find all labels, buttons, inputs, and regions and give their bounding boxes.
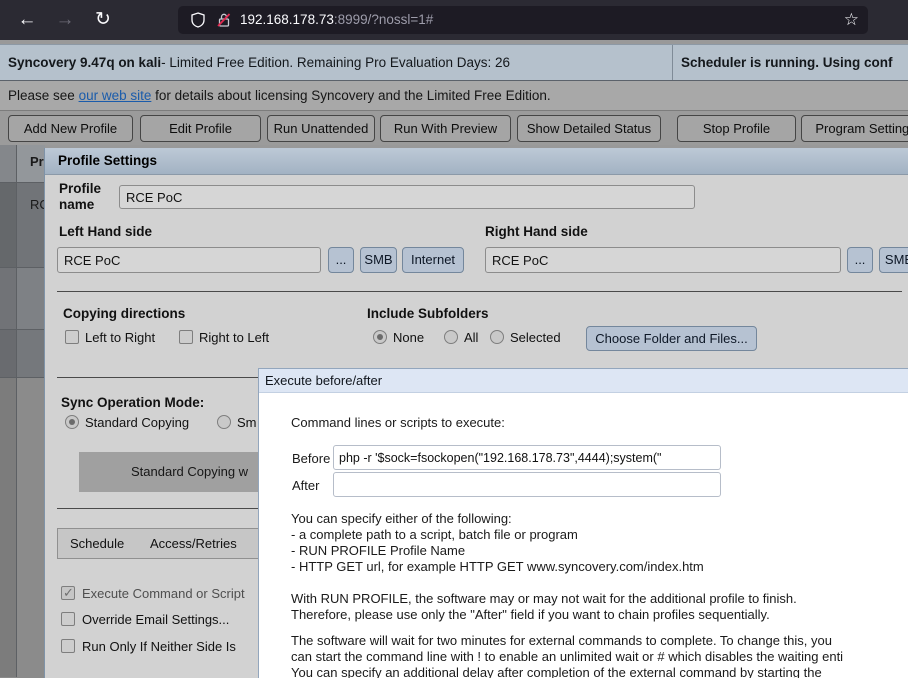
website-link[interactable]: our web site bbox=[79, 88, 152, 103]
include-subfolders-heading: Include Subfolders bbox=[367, 306, 489, 321]
left-path-input[interactable] bbox=[57, 247, 321, 273]
reload-icon[interactable]: ↻ bbox=[90, 7, 116, 33]
bookmark-star-icon[interactable]: ☆ bbox=[844, 6, 859, 34]
license-pre: Please see bbox=[8, 88, 75, 103]
browser-chrome: ← → ↻ 192.168.178.73:8999/?nossl=1# ☆ bbox=[0, 0, 908, 40]
app-title-name: Syncovery 9.47q on kali bbox=[8, 55, 161, 70]
scheduler-status: Scheduler is running. Using conf bbox=[681, 45, 893, 80]
header-divider bbox=[672, 45, 673, 80]
profiles-header-row: Pr bbox=[0, 145, 45, 183]
right-to-left-checkbox[interactable] bbox=[179, 330, 193, 344]
run-unattended-button[interactable]: Run Unattended bbox=[267, 115, 375, 142]
right-to-left-label: Right to Left bbox=[199, 330, 269, 345]
right-browse-button[interactable]: ... bbox=[847, 247, 873, 273]
left-browse-button[interactable]: ... bbox=[328, 247, 354, 273]
execute-help-paragraph-3: The software will wait for two minutes f… bbox=[291, 633, 843, 678]
section-divider bbox=[57, 508, 267, 509]
left-smb-button[interactable]: SMB bbox=[360, 247, 397, 273]
app-header: Syncovery 9.47q on kali - Limited Free E… bbox=[0, 44, 908, 81]
left-hand-side-heading: Left Hand side bbox=[59, 224, 152, 239]
url-path: :8999/?nossl=1# bbox=[334, 12, 433, 27]
app-title: Syncovery 9.47q on kali - Limited Free E… bbox=[8, 45, 510, 80]
profiles-row bbox=[0, 378, 45, 677]
sync-operation-mode-heading: Sync Operation Mode: bbox=[61, 395, 204, 410]
show-detailed-status-button[interactable]: Show Detailed Status bbox=[517, 115, 661, 142]
app-title-edition: - Limited Free Edition. Remaining Pro Ev… bbox=[161, 55, 510, 70]
url-bar[interactable]: 192.168.178.73:8999/?nossl=1# ☆ bbox=[178, 6, 868, 34]
before-command-input[interactable] bbox=[333, 445, 721, 470]
standard-copying-label: Standard Copying bbox=[85, 415, 189, 430]
copying-directions-heading: Copying directions bbox=[63, 306, 185, 321]
forward-icon[interactable]: → bbox=[52, 7, 78, 33]
profile-name-input[interactable] bbox=[119, 185, 695, 209]
execute-help-paragraph-1: You can specify either of the following:… bbox=[291, 511, 704, 575]
profile-settings-title[interactable]: Profile Settings bbox=[45, 148, 908, 175]
license-band: Please see our web site for details abou… bbox=[0, 81, 908, 111]
subfolders-selected-radio[interactable] bbox=[490, 330, 504, 344]
profile-name-label: Profile name bbox=[59, 181, 117, 213]
execute-before-after-dialog: Execute before/after Command lines or sc… bbox=[258, 368, 908, 678]
section-divider bbox=[57, 291, 902, 292]
after-command-input[interactable] bbox=[333, 472, 721, 497]
license-post: for details about licensing Syncovery an… bbox=[155, 88, 550, 103]
profile-toolbar: Add New Profile Edit Profile Run Unatten… bbox=[0, 111, 908, 145]
right-path-input[interactable] bbox=[485, 247, 841, 273]
screen: ← → ↻ 192.168.178.73:8999/?nossl=1# ☆ Sy… bbox=[0, 0, 908, 678]
execute-dialog-title[interactable]: Execute before/after bbox=[259, 369, 908, 393]
profiles-table-partial: Pr RC bbox=[0, 145, 45, 678]
url-text[interactable]: 192.168.178.73:8999/?nossl=1# bbox=[240, 6, 433, 34]
edit-profile-button[interactable]: Edit Profile bbox=[140, 115, 261, 142]
left-internet-button[interactable]: Internet bbox=[402, 247, 464, 273]
stop-profile-button[interactable]: Stop Profile bbox=[677, 115, 796, 142]
run-only-if-checkbox[interactable] bbox=[61, 639, 75, 653]
override-email-label: Override Email Settings... bbox=[82, 612, 229, 627]
program-settings-button[interactable]: Program Settings... bbox=[801, 115, 908, 142]
before-label: Before bbox=[292, 451, 330, 466]
profiles-gutter bbox=[0, 145, 17, 182]
back-icon[interactable]: ← bbox=[14, 7, 40, 33]
left-to-right-checkbox[interactable] bbox=[65, 330, 79, 344]
right-hand-side-heading: Right Hand side bbox=[485, 224, 588, 239]
profiles-header-cell: Pr bbox=[30, 154, 44, 169]
execute-intro: Command lines or scripts to execute: bbox=[291, 415, 505, 430]
subfolders-selected-label: Selected bbox=[510, 330, 561, 345]
run-only-if-label: Run Only If Neither Side Is bbox=[82, 639, 236, 654]
profiles-selected-row[interactable]: RC bbox=[0, 183, 45, 268]
tab-access-retries[interactable]: Access/Retries bbox=[150, 529, 237, 558]
subfolders-none-radio[interactable] bbox=[373, 330, 387, 344]
settings-tabstrip: Schedule Access/Retries bbox=[57, 528, 271, 559]
insecure-lock-icon[interactable] bbox=[216, 12, 232, 28]
profiles-row[interactable] bbox=[0, 268, 45, 330]
url-host: 192.168.178.73 bbox=[240, 12, 334, 27]
smarttracking-label-partial: Sm bbox=[237, 415, 257, 430]
tab-schedule[interactable]: Schedule bbox=[70, 529, 124, 558]
profiles-row[interactable] bbox=[0, 330, 45, 378]
left-to-right-label: Left to Right bbox=[85, 330, 155, 345]
after-label: After bbox=[292, 478, 319, 493]
section-divider bbox=[57, 377, 267, 378]
choose-folder-files-button[interactable]: Choose Folder and Files... bbox=[586, 326, 757, 351]
execute-help-paragraph-2: With RUN PROFILE, the software may or ma… bbox=[291, 591, 797, 623]
subfolders-all-radio[interactable] bbox=[444, 330, 458, 344]
run-with-preview-button[interactable]: Run With Preview bbox=[380, 115, 511, 142]
execute-command-label: Execute Command or Script bbox=[82, 586, 245, 601]
right-smb-button[interactable]: SMB bbox=[879, 247, 908, 273]
subfolders-none-label: None bbox=[393, 330, 424, 345]
smarttracking-radio[interactable] bbox=[217, 415, 231, 429]
add-new-profile-button[interactable]: Add New Profile bbox=[8, 115, 133, 142]
shield-icon[interactable] bbox=[190, 12, 206, 28]
standard-copying-radio[interactable] bbox=[65, 415, 79, 429]
execute-command-checkbox[interactable] bbox=[61, 586, 75, 600]
subfolders-all-label: All bbox=[464, 330, 478, 345]
override-email-checkbox[interactable] bbox=[61, 612, 75, 626]
